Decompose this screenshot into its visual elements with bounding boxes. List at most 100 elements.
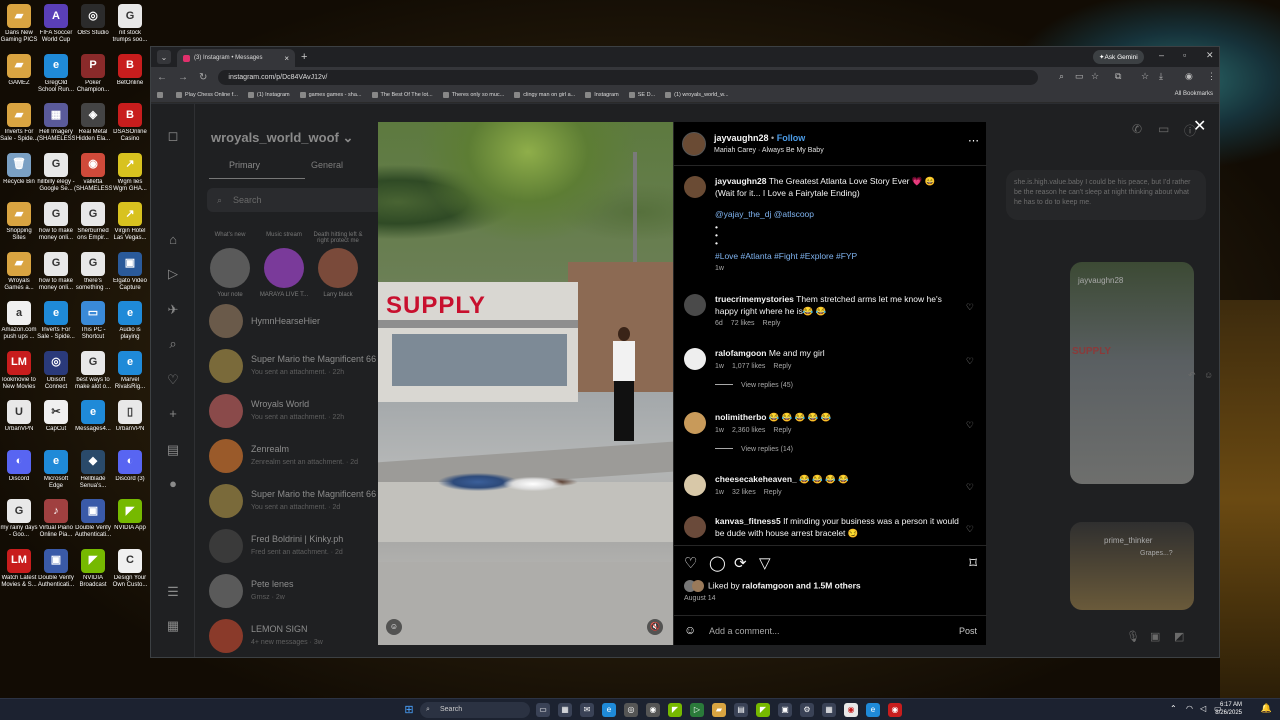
close-tab-icon[interactable]: × bbox=[284, 54, 289, 63]
note-item[interactable]: Death hitting left & right protect me Lar… bbox=[313, 232, 363, 298]
bookmarks-icon[interactable]: ☆ bbox=[1141, 71, 1149, 82]
desktop-icon[interactable]: Gnit stock trumps soo... bbox=[111, 4, 149, 44]
comment-reply[interactable]: Reply bbox=[773, 427, 791, 434]
caption-mentions[interactable]: @yajay_the_dj @atlscoop bbox=[715, 209, 965, 221]
desktop-icon[interactable]: 🗑 Recycle Bin bbox=[0, 152, 38, 193]
desktop-icon[interactable]: ▰ Dans New Gaming PICS bbox=[0, 4, 38, 44]
bookmark-item[interactable]: (1) Instagram bbox=[247, 91, 290, 98]
zoom-icon[interactable]: ⌕ bbox=[1059, 71, 1064, 82]
bookmark-item[interactable]: SE D... bbox=[628, 91, 655, 98]
follow-button[interactable]: Follow bbox=[777, 133, 806, 143]
mute-icon[interactable]: 🔇 bbox=[647, 619, 663, 635]
desktop-icon[interactable]: e GregOld School Run... bbox=[37, 53, 75, 94]
desktop-icon[interactable]: ↗ Wgm lies Wgm GHA... bbox=[111, 152, 149, 193]
wifi-icon[interactable]: ◠ bbox=[1186, 704, 1193, 713]
extensions-icon[interactable]: ⧉ bbox=[1115, 71, 1121, 82]
tab-instagram[interactable]: (3) Instagram • Messages × bbox=[177, 49, 295, 67]
create-icon[interactable]: + bbox=[165, 406, 181, 422]
account-switcher[interactable]: wroyals_world_woof ⌄ bbox=[211, 130, 353, 146]
settings-taskbar-icon[interactable]: ⚙ bbox=[800, 703, 814, 717]
star-icon[interactable]: ☆ bbox=[1091, 71, 1099, 82]
explorer-taskbar-icon[interactable]: ▰ bbox=[712, 703, 726, 717]
phone-icon[interactable]: ✆ bbox=[1132, 122, 1142, 136]
download-icon[interactable]: ⤓ bbox=[1159, 71, 1163, 82]
comment-icon[interactable]: ◯ bbox=[709, 554, 726, 572]
desktop-icon[interactable]: ✂ CapCut bbox=[37, 400, 75, 440]
image-icon[interactable]: ▣ bbox=[1150, 630, 1160, 643]
profile-icon[interactable]: ◉ bbox=[1185, 71, 1193, 82]
comment-avatar[interactable] bbox=[684, 348, 706, 370]
desktop-icon[interactable]: ◆ Hellblade Senua's... bbox=[74, 449, 112, 490]
comment-reply[interactable]: Reply bbox=[773, 363, 791, 370]
desktop-icon[interactable]: e Marvel RivalsRig... bbox=[111, 350, 149, 391]
bookmark-item[interactable]: Instagram bbox=[585, 91, 619, 98]
desktop-icon[interactable]: ▣ Double Verify Authenticati... bbox=[74, 499, 112, 539]
emoji-icon[interactable]: ☺ bbox=[684, 623, 696, 637]
edge-taskbar-icon[interactable]: e bbox=[602, 703, 616, 717]
shared-reel-thumb[interactable]: prime_thinker Grapes...? bbox=[1070, 522, 1194, 610]
desktop-icon[interactable]: ▭ This PC - Shortcut bbox=[74, 301, 112, 341]
chrome-taskbar-icon[interactable]: ◉ bbox=[844, 703, 858, 717]
share-icon[interactable]: ▽ bbox=[759, 554, 771, 572]
audio-track[interactable]: Mariah Carey · Always Be My Baby bbox=[714, 147, 824, 154]
search-input[interactable]: ⌕ Search bbox=[207, 188, 403, 212]
nvidia-broadcast-taskbar-icon[interactable]: ◤ bbox=[756, 703, 770, 717]
save-icon[interactable]: ⌑ bbox=[969, 554, 977, 572]
desktop-icon[interactable]: LM Watch Latest Movies & S... bbox=[0, 548, 38, 589]
comment-username[interactable]: nolimitherbo bbox=[715, 412, 766, 422]
desktop-icon[interactable]: ◤ NVIDIA App bbox=[111, 499, 149, 539]
desktop-icon[interactable]: U UrbanVPN bbox=[0, 400, 38, 440]
media-taskbar-icon[interactable]: ◉ bbox=[646, 703, 660, 717]
reels-icon[interactable]: ▷ bbox=[165, 266, 181, 282]
desktop-icon[interactable]: ◎ OBS Studio bbox=[74, 4, 112, 44]
author-avatar[interactable] bbox=[682, 132, 706, 156]
close-window-icon[interactable]: ✕ bbox=[1206, 50, 1214, 61]
notifications-icon[interactable]: ♡ bbox=[165, 372, 181, 388]
desktop-icon[interactable]: ▰ Shopping Sites bbox=[0, 202, 38, 242]
apps-icon[interactable] bbox=[157, 91, 166, 98]
edge2-taskbar-icon[interactable]: e bbox=[866, 703, 880, 717]
messages-icon[interactable]: ✈ bbox=[165, 302, 181, 318]
desktop-icon[interactable]: B BetOnline bbox=[111, 53, 149, 94]
desktop-icon[interactable]: ◈ Real Metal Hidden Ela... bbox=[74, 103, 112, 143]
caption-author[interactable]: jayvaughn28 bbox=[715, 176, 767, 186]
desktop-icon[interactable]: G Sherburned ons Empir... bbox=[74, 202, 112, 242]
comment-username[interactable]: truecrimemystories bbox=[715, 294, 794, 304]
desktop-icon[interactable]: B DSASOnline Casino Gam... bbox=[111, 103, 149, 143]
app-taskbar-icon[interactable]: ▷ bbox=[690, 703, 704, 717]
post-comment-button[interactable]: Post bbox=[959, 626, 977, 636]
comment-like-icon[interactable]: ♡ bbox=[966, 524, 974, 535]
desktop-icon[interactable]: Gbest ways to make alot o... bbox=[74, 350, 112, 391]
note-item[interactable]: Music stream MARAYA LIVE T... bbox=[259, 232, 309, 298]
liked-others[interactable]: and 1.5M others bbox=[796, 580, 861, 590]
all-bookmarks-button[interactable]: All Bookmarks bbox=[1175, 91, 1213, 97]
comment-username[interactable]: cheesecakeheaven_ bbox=[715, 474, 797, 484]
author-username[interactable]: jayvaughn28 bbox=[714, 133, 769, 143]
bookmark-item[interactable]: Play Chess Online f... bbox=[176, 91, 238, 98]
ask-gemini-button[interactable]: ✦ Ask Gemini bbox=[1093, 50, 1144, 64]
bookmark-item[interactable]: clingy man on girl a... bbox=[514, 91, 575, 98]
comment-input[interactable]: ☺ Add a comment... Post bbox=[674, 615, 987, 645]
desktop-icon[interactable]: ◐ Discord bbox=[0, 449, 38, 490]
liked-user[interactable]: ralofamgoon bbox=[742, 580, 793, 590]
comment-avatar[interactable] bbox=[684, 516, 706, 538]
shared-post-thumb[interactable]: jayvaughn28 SUPPLY bbox=[1070, 262, 1194, 484]
desktop-icon[interactable]: C Design Your Own Custo... bbox=[111, 548, 149, 589]
desktop-icon[interactable]: e Inverts For Sale - Spide... bbox=[37, 301, 75, 341]
voice-icon[interactable]: 🎙 bbox=[1126, 630, 1140, 643]
desktop-icon[interactable]: ▰ Wroyals Games a... bbox=[0, 251, 38, 292]
desktop-icon[interactable]: e Messages4... bbox=[74, 400, 112, 440]
comment-like-icon[interactable]: ♡ bbox=[966, 482, 974, 493]
desktop-icon[interactable]: Ghillbilly elegy - Google Se... bbox=[37, 152, 75, 193]
tab-general[interactable]: General bbox=[311, 160, 343, 170]
desktop-icon[interactable]: ▣ Double Verify Authenticati... bbox=[37, 548, 75, 589]
store-taskbar-icon[interactable]: ▣ bbox=[778, 703, 792, 717]
like-icon[interactable]: ♡ bbox=[684, 554, 697, 572]
comment-username[interactable]: kanvas_fitness5 bbox=[715, 516, 781, 526]
repost-icon[interactable]: ⟳ bbox=[734, 554, 747, 572]
taskbar-search[interactable]: ⌕ Search bbox=[420, 702, 530, 718]
note-item[interactable]: What's new Your note bbox=[205, 232, 255, 298]
instagram-logo-icon[interactable]: ◻ bbox=[165, 128, 181, 144]
comment-like-icon[interactable]: ♡ bbox=[966, 302, 974, 313]
minimize-icon[interactable]: – bbox=[1159, 50, 1164, 60]
